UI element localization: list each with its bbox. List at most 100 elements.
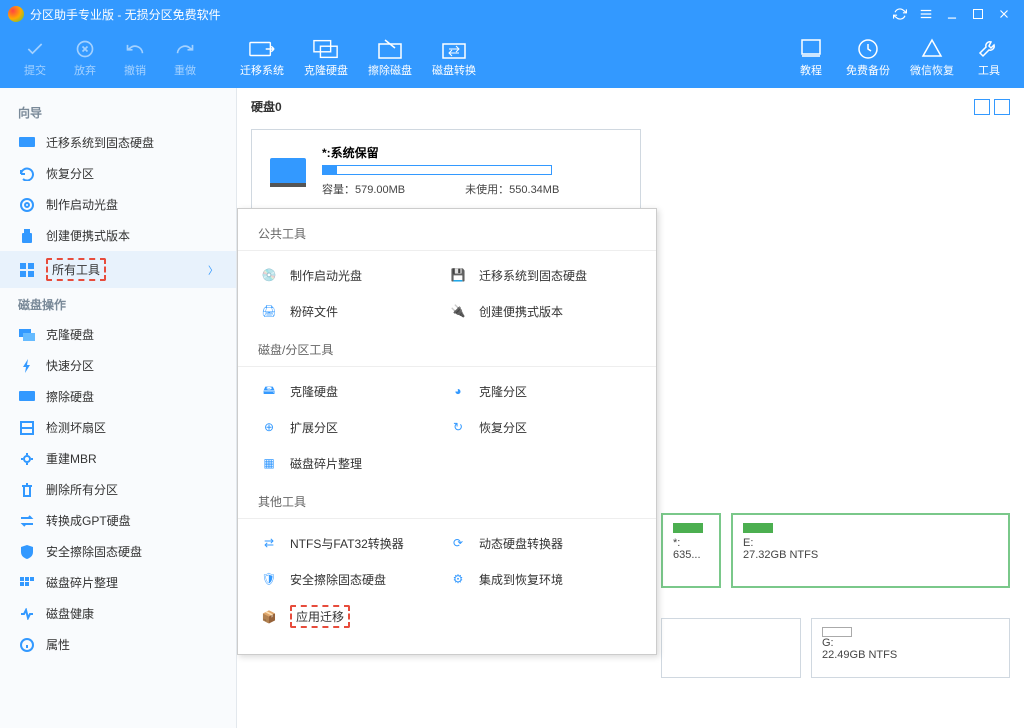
disk-segment[interactable]: G: 22.49GB NTFS — [811, 618, 1010, 678]
sidebar-item-alltools[interactable]: 所有工具 〉 — [0, 251, 236, 288]
sidebar-item-label: 创建便携式版本 — [46, 227, 130, 244]
capacity-text: 容量：579.00MB — [322, 181, 405, 197]
convert-icon: ⇄ — [258, 533, 280, 553]
tool-recovery-env[interactable]: ⚙集成到恢复环境 — [447, 561, 636, 597]
tool-dynamic[interactable]: ⟳动态硬盘转换器 — [447, 525, 636, 561]
partition-name: *:系统保留 — [322, 144, 622, 161]
recover-icon: ↻ — [447, 417, 469, 437]
convert-label: 磁盘转换 — [432, 62, 476, 78]
tool-shred[interactable]: 🖨粉碎文件 — [258, 293, 447, 329]
wipe-button[interactable]: 擦除磁盘 — [358, 34, 422, 82]
tool-recover[interactable]: ↻ 恢复分区 — [447, 409, 636, 445]
tool-label: 恢复分区 — [479, 419, 527, 436]
sidebar-item-clonedisk[interactable]: 克隆硬盘 — [0, 319, 236, 350]
tool-appmigrate[interactable]: 📦应用迁移 — [258, 597, 447, 636]
eraser-icon — [18, 389, 36, 405]
redo-button[interactable]: 重做 — [160, 34, 210, 82]
gear-icon — [18, 451, 36, 467]
discard-button[interactable]: 放弃 — [60, 34, 110, 82]
clone-button[interactable]: 克隆硬盘 — [294, 34, 358, 82]
drive-icon — [270, 158, 306, 184]
tool-migrate-ssd[interactable]: 💾迁移系统到固态硬盘 — [447, 257, 636, 293]
maximize-icon[interactable] — [966, 2, 990, 26]
sidebar-item-label: 重建MBR — [46, 450, 97, 467]
tool-clonepart[interactable]: ◕克隆分区 — [447, 373, 636, 409]
seg-bar-icon — [743, 523, 773, 533]
view-toggle[interactable] — [974, 99, 1010, 115]
backup-button[interactable]: 免费备份 — [836, 34, 900, 82]
sidebar-item-label: 制作启动光盘 — [46, 196, 118, 213]
disk-segment-empty[interactable] — [661, 618, 801, 678]
undo-button[interactable]: 撤销 — [110, 34, 160, 82]
titlebar: 分区助手专业版 - 无损分区免费软件 — [0, 0, 1024, 28]
tool-portable[interactable]: 🔌创建便携式版本 — [447, 293, 636, 329]
sidebar-item-secureerase[interactable]: 安全擦除固态硬盘 — [0, 536, 236, 567]
close-icon[interactable] — [992, 2, 1016, 26]
seg-letter: E: — [743, 537, 998, 549]
diskops-header: 磁盘操作 — [0, 288, 236, 319]
sidebar-item-bootdisc[interactable]: 制作启动光盘 — [0, 189, 236, 220]
tutorial-button[interactable]: 教程 — [786, 34, 836, 82]
tool-clonedisk[interactable]: 🖴 克隆硬盘 — [258, 373, 447, 409]
sidebar-item-portable[interactable]: 创建便携式版本 — [0, 220, 236, 251]
tools-button[interactable]: 工具 — [964, 34, 1014, 82]
usage-bar — [322, 165, 552, 175]
unused-text: 未使用：550.34MB — [465, 181, 559, 197]
sidebar-item-togpt[interactable]: 转换成GPT硬盘 — [0, 505, 236, 536]
box-icon: 📦 — [258, 607, 280, 627]
disc-icon: 💿 — [258, 265, 280, 285]
clone-label: 克隆硬盘 — [304, 62, 348, 78]
ssd-icon: 💾 — [447, 265, 469, 285]
sidebar-item-badsector[interactable]: 检测坏扇区 — [0, 412, 236, 443]
sidebar-item-label: 克隆硬盘 — [46, 326, 94, 343]
tool-ntfsfat[interactable]: ⇄NTFS与FAT32转换器 — [258, 525, 447, 561]
shield-icon — [18, 544, 36, 560]
tool-secureerase[interactable]: 🛡安全擦除固态硬盘 — [258, 561, 447, 597]
migrate-button[interactable]: 迁移系统 — [230, 34, 294, 82]
disk-graph-row1: *: 635... E: 27.32GB NTFS — [661, 513, 1010, 588]
sidebar-item-label: 擦除硬盘 — [46, 388, 94, 405]
tool-extend[interactable]: ⊕扩展分区 — [258, 409, 447, 445]
sidebar-item-deleteall[interactable]: 删除所有分区 — [0, 474, 236, 505]
seg-bar-icon — [822, 627, 852, 637]
menu-icon[interactable] — [914, 2, 938, 26]
minimize-icon[interactable] — [940, 2, 964, 26]
chevron-right-icon: 〉 — [208, 262, 218, 277]
disk-segment[interactable]: E: 27.32GB NTFS — [731, 513, 1010, 588]
tutorial-label: 教程 — [800, 62, 822, 78]
integrate-icon: ⚙ — [447, 569, 469, 589]
tool-defrag[interactable]: ▦磁盘碎片整理 — [258, 445, 447, 481]
sidebar-item-quickpart[interactable]: 快速分区 — [0, 350, 236, 381]
wechat-button[interactable]: 微信恢复 — [900, 34, 964, 82]
sidebar-item-defrag[interactable]: 磁盘碎片整理 — [0, 567, 236, 598]
partition-card[interactable]: *:系统保留 容量：579.00MB 未使用：550.34MB — [251, 129, 641, 212]
commit-button[interactable]: 提交 — [10, 34, 60, 82]
sidebar-item-label: 所有工具 — [46, 258, 106, 281]
grid-view-icon[interactable] — [974, 99, 990, 115]
seg-bar-icon — [673, 523, 703, 533]
tool-label: 克隆硬盘 — [290, 383, 338, 400]
tool-label: 磁盘碎片整理 — [290, 455, 362, 472]
popup-section-public: 公共工具 — [238, 221, 656, 251]
sidebar-item-migrate-ssd[interactable]: 迁移系统到固态硬盘 — [0, 127, 236, 158]
backup-label: 免费备份 — [846, 62, 890, 78]
sidebar-item-recover[interactable]: 恢复分区 — [0, 158, 236, 189]
wizard-header: 向导 — [0, 96, 236, 127]
dynamic-icon: ⟳ — [447, 533, 469, 553]
sidebar-item-rebuildmbr[interactable]: 重建MBR — [0, 443, 236, 474]
tool-bootdisc[interactable]: 💿制作启动光盘 — [258, 257, 447, 293]
usb-icon — [18, 228, 36, 244]
sidebar-item-properties[interactable]: 属性 — [0, 629, 236, 660]
list-view-icon[interactable] — [994, 99, 1010, 115]
tool-label: 创建便携式版本 — [479, 303, 563, 320]
tools-label: 工具 — [978, 62, 1000, 78]
sidebar-item-label: 迁移系统到固态硬盘 — [46, 134, 154, 151]
refresh-icon[interactable] — [888, 2, 912, 26]
sidebar-item-wipedisk[interactable]: 擦除硬盘 — [0, 381, 236, 412]
redo-label: 重做 — [174, 62, 196, 78]
sidebar-item-health[interactable]: 磁盘健康 — [0, 598, 236, 629]
seg-size: 27.32GB NTFS — [743, 549, 998, 561]
disk-segment[interactable]: *: 635... — [661, 513, 721, 588]
clone-icon: 🖴 — [258, 381, 280, 401]
convert-button[interactable]: 磁盘转换 — [422, 34, 486, 82]
